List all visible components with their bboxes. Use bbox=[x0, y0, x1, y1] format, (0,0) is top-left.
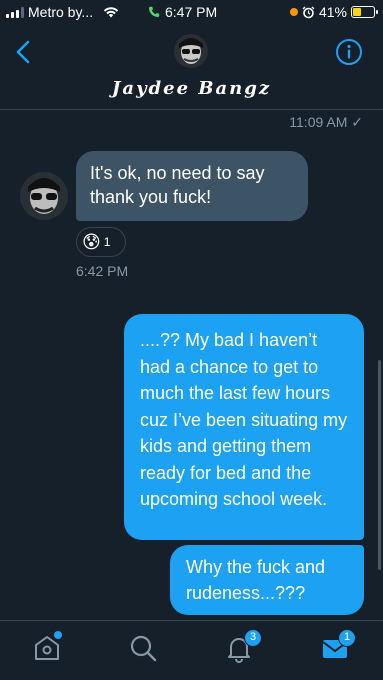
incoming-message-time: 6:42 PM bbox=[76, 263, 129, 279]
scrollbar[interactable] bbox=[378, 360, 381, 570]
battery-percent: 41% bbox=[318, 4, 347, 20]
carrier-label: Metro by... bbox=[28, 4, 94, 20]
battery-fill bbox=[353, 8, 362, 16]
search-icon bbox=[130, 635, 157, 662]
reaction-count: 1 bbox=[103, 235, 111, 249]
outgoing-message-bubble[interactable]: ....?? My bad I haven’t had a chance to … bbox=[124, 314, 364, 540]
conversation-header: Jaydee Bangz bbox=[0, 26, 383, 110]
phone-icon bbox=[149, 6, 160, 17]
message-reaction[interactable]: 😰 1 bbox=[76, 227, 126, 257]
home-new-dot bbox=[54, 631, 62, 639]
tab-notifications[interactable]: 3 bbox=[224, 629, 262, 663]
recording-dot-icon bbox=[289, 8, 298, 16]
alarm-icon bbox=[302, 6, 315, 18]
header-avatar[interactable] bbox=[174, 34, 208, 68]
status-left: Metro by... bbox=[6, 4, 119, 20]
status-time: 6:47 PM bbox=[165, 4, 218, 20]
messages-badge: 1 bbox=[338, 629, 356, 647]
tab-home[interactable] bbox=[32, 631, 62, 663]
info-icon[interactable] bbox=[335, 38, 363, 66]
outgoing-message-bubble[interactable]: Why the fuck and rudeness...??? bbox=[170, 545, 364, 615]
status-center: 6:47 PM bbox=[148, 4, 217, 20]
tab-search[interactable] bbox=[128, 633, 158, 663]
battery-icon bbox=[351, 6, 378, 18]
status-right: 41% bbox=[289, 4, 378, 20]
sender-avatar[interactable] bbox=[20, 172, 68, 220]
tab-messages[interactable]: 1 bbox=[320, 629, 356, 663]
message-timestamp-read: 11:09 AM ✓ bbox=[289, 114, 363, 130]
status-bar: Metro by... 6:47 PM 41% bbox=[0, 0, 383, 26]
notifications-badge: 3 bbox=[244, 629, 262, 647]
signal-icon bbox=[6, 6, 24, 18]
reaction-emoji-icon: 😰 bbox=[82, 232, 101, 252]
back-chevron-icon[interactable] bbox=[12, 38, 36, 66]
incoming-message-bubble[interactable]: It's ok, no need to say thank you fuck! bbox=[76, 151, 308, 221]
bottom-tab-bar: 3 1 bbox=[0, 620, 383, 680]
contact-name[interactable]: Jaydee Bangz bbox=[0, 78, 383, 99]
wifi-icon bbox=[103, 7, 119, 18]
